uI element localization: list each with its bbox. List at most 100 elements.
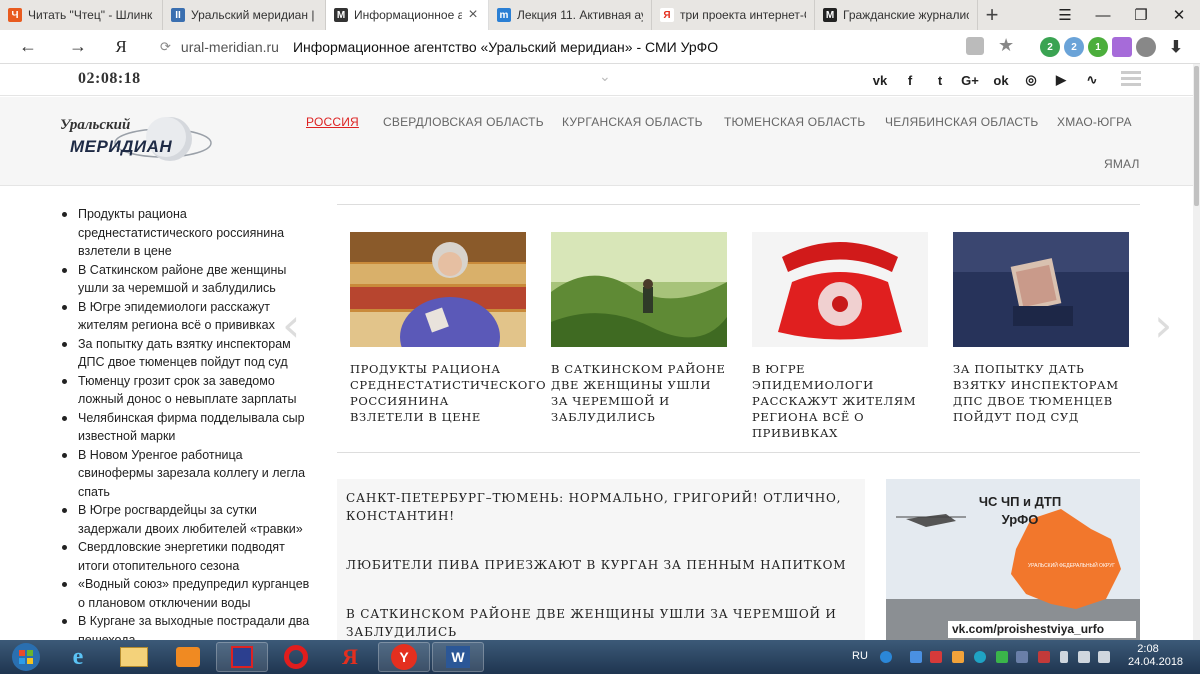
browser-tab[interactable]: II Уральский меридиан | Ин [163,0,326,30]
close-window-icon[interactable]: ✕ [1160,0,1198,30]
language-indicator[interactable]: RU [852,650,868,662]
chevron-down-icon[interactable]: ⌄ [599,68,611,85]
card-caption[interactable]: В Саткинском районе две женщины ушли за … [551,361,727,425]
scrollbar-thumb[interactable] [1194,66,1199,206]
nav-yamal[interactable]: ЯМАЛ [1104,157,1140,171]
news-list: Продукты рациона среднестатистического р… [60,205,310,640]
list-item[interactable]: «Водный союз» предупредил курганцев о пл… [60,575,310,612]
card-caption[interactable]: В Югре эпидемиологи расскажут жителям ре… [752,361,928,441]
lock-icon[interactable] [966,37,984,55]
carousel-card[interactable]: Продукты рациона среднестатистического р… [350,232,546,425]
tray-app-icon[interactable] [952,651,964,663]
twitter-icon[interactable]: t [931,71,949,89]
tray-green-icon[interactable] [996,651,1008,663]
browser-tab[interactable]: m Лекция 11. Активная ауд [489,0,652,30]
browser-tab[interactable]: Ч Читать "Чтец" - Шлинк Б [0,0,163,30]
taskbar-clock[interactable]: 2:08 24.04.2018 [1128,643,1184,669]
card-image-bribe[interactable] [953,232,1129,347]
nav-sverdlovsk[interactable]: СВЕРДЛОВСКАЯ ОБЛАСТЬ [383,115,544,129]
taskbar-date: 24.04.2018 [1128,656,1184,668]
extension-bulb-icon[interactable] [1136,37,1156,57]
forward-arrow-icon[interactable]: → [62,32,94,62]
star-bookmark-icon[interactable]: ★ [998,35,1014,56]
facebook-icon[interactable]: f [901,71,919,89]
list-item[interactable]: Продукты рациона среднестатистического р… [60,205,310,261]
instagram-icon[interactable]: ◎ [1022,71,1040,89]
back-arrow-icon[interactable]: ← [12,32,44,62]
taskbar-app-icon[interactable] [216,642,268,672]
carousel-card[interactable]: В Саткинском районе две женщины ушли за … [551,232,727,425]
extension-counter-icon[interactable]: 1 [1088,37,1108,57]
yandex-logo-icon[interactable]: Я [106,32,136,62]
nav-russia[interactable]: РОССИЯ [306,115,359,129]
tray-volume-icon[interactable] [1098,651,1110,663]
card-image-telephone[interactable] [752,232,928,347]
google-plus-icon[interactable]: G+ [961,71,979,89]
taskbar-yandex-icon[interactable]: Я [324,642,376,672]
tray-paw-icon[interactable] [930,651,942,663]
extension-pen-icon[interactable] [1112,37,1132,57]
vk-icon[interactable]: vk [871,71,889,89]
list-item[interactable]: В Югре росгвардейцы за сутки задержали д… [60,501,310,538]
list-item[interactable]: В Югре эпидемиологи расскажут жителям ре… [60,298,310,335]
headline-link[interactable]: Любители пива приезжают в Курган за пенн… [337,556,865,574]
card-image-forest[interactable] [551,232,727,347]
tray-skype-icon[interactable] [974,651,986,663]
tray-monitor-icon[interactable] [1016,651,1028,663]
taskbar-yandex-browser-icon[interactable]: Y [378,642,430,672]
rss-icon[interactable]: ∿ [1083,71,1101,89]
list-item[interactable]: В Кургане за выходные пострадали два пеш… [60,612,310,640]
tray-signal-icon[interactable] [1078,651,1090,663]
odnoklassniki-icon[interactable]: ok [992,71,1010,89]
carousel-prev-icon[interactable]: ‹ [282,298,300,352]
nav-kurgan[interactable]: КУРГАНСКАЯ ОБЛАСТЬ [562,115,703,129]
carousel-card[interactable]: В Югре эпидемиологи расскажут жителям ре… [752,232,928,441]
new-tab-button[interactable]: + [978,0,1006,30]
carousel-next-icon[interactable]: › [1154,298,1172,352]
headline-link[interactable]: В Саткинском районе две женщины ушли за … [337,605,865,640]
start-button[interactable] [3,642,49,672]
browser-tab-active[interactable]: M Информационное аге × [326,0,489,30]
taskbar-explorer-icon[interactable] [108,642,160,672]
list-item[interactable]: Тюменцу грозит срок за заведомо ложный д… [60,372,310,409]
tray-dropbox-icon[interactable] [910,651,922,663]
taskbar-media-icon[interactable] [162,642,214,672]
page-scrollbar[interactable] [1193,64,1200,640]
site-logo[interactable]: Уральский МЕРИДИАН [58,113,214,169]
nav-khmao[interactable]: ХМАО-ЮГРА [1057,115,1132,129]
list-item[interactable]: За попытку дать взятку инспекторам ДПС д… [60,335,310,372]
list-item[interactable]: В Саткинском районе две женщины ушли за … [60,261,310,298]
list-item[interactable]: Челябинская фирма подделывала сыр извест… [60,409,310,446]
card-image-grocery[interactable] [350,232,526,347]
tray-battery-icon[interactable] [1060,651,1068,663]
browser-menu-icon[interactable]: ☰ [1046,0,1084,30]
restore-icon[interactable]: ❐ [1122,0,1160,30]
minimize-icon[interactable]: — [1084,0,1122,30]
browser-tab[interactable]: Я три проекта интернет-СМ [652,0,815,30]
youtube-icon[interactable]: ▶ [1052,71,1070,89]
extension-cloud-icon[interactable]: 2 [1064,37,1084,57]
close-tab-icon[interactable]: × [466,6,480,24]
extension-shield-icon[interactable]: 2 [1040,37,1060,57]
banner-link[interactable]: vk.com/proishestviya_urfo [948,621,1136,638]
taskbar-opera-icon[interactable] [270,642,322,672]
card-caption[interactable]: За попытку дать взятку инспекторам ДПС д… [953,361,1129,425]
tray-help-icon[interactable] [880,651,892,663]
emergency-banner[interactable]: ЧС ЧП и ДТП УрФО УРАЛЬСКИЙ ФЕДЕРАЛЬНЫЙ О… [886,479,1140,640]
browser-tab[interactable]: M Гражданские журналисты [815,0,978,30]
hamburger-menu-icon[interactable] [1121,71,1141,87]
nav-chelyabinsk[interactable]: ЧЕЛЯБИНСКАЯ ОБЛАСТЬ [885,115,1038,129]
url-field[interactable]: ⟳ ural-meridian.ru Информационное агентс… [160,33,1022,61]
banner-title-line1: ЧС ЧП и ДТП [978,494,1062,509]
download-icon[interactable]: ⬇ [1166,37,1186,57]
reload-icon[interactable]: ⟳ [160,39,171,55]
taskbar-ie-icon[interactable]: e [52,642,104,672]
tray-network-icon[interactable] [1038,651,1050,663]
list-item[interactable]: Свердловские энергетики подводят итоги о… [60,538,310,575]
taskbar-word-icon[interactable]: W [432,642,484,672]
list-item[interactable]: В Новом Уренгое работница свинофермы зар… [60,446,310,502]
carousel-card[interactable]: За попытку дать взятку инспекторам ДПС д… [953,232,1129,425]
card-caption[interactable]: Продукты рациона среднестатистического р… [350,361,546,425]
headline-link[interactable]: Санкт-Петербург–Тюмень: Нормально, Григо… [337,489,865,525]
nav-tyumen[interactable]: ТЮМЕНСКАЯ ОБЛАСТЬ [724,115,865,129]
